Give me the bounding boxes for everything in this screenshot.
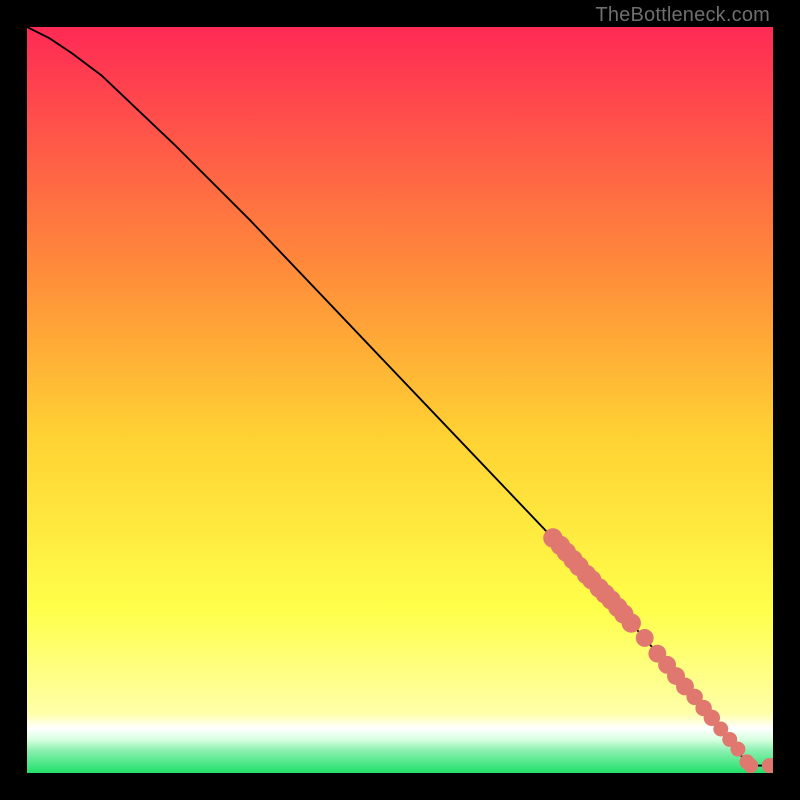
chart-stage: TheBottleneck.com [0, 0, 800, 800]
highlight-dot [743, 758, 758, 773]
curve-layer [27, 27, 773, 773]
highlight-dots-group [543, 528, 773, 773]
attribution-text: TheBottleneck.com [595, 4, 770, 27]
highlight-dot [622, 613, 641, 632]
plot-area [27, 27, 773, 773]
highlight-dot [730, 742, 745, 757]
highlight-dot [636, 629, 654, 647]
